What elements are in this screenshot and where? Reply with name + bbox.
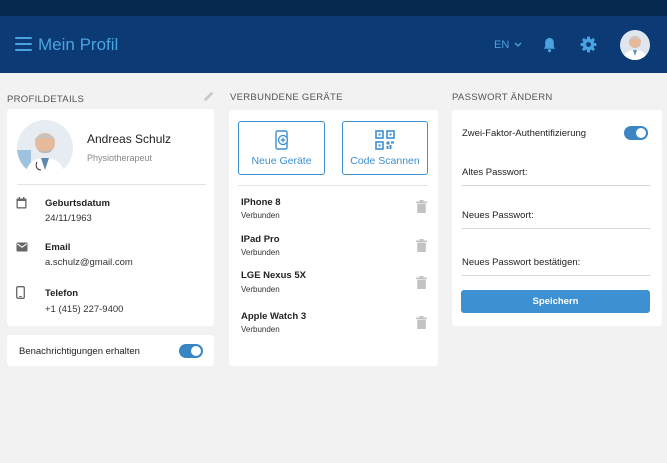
profile-role: Physiotherapeut bbox=[87, 153, 153, 163]
notifications-toggle[interactable] bbox=[179, 344, 203, 358]
old-password-label: Altes Passwort: bbox=[462, 167, 528, 178]
birthdate-label: Geburtsdatum bbox=[45, 198, 110, 209]
confirm-password-field[interactable] bbox=[462, 275, 650, 276]
chevron-down-icon bbox=[514, 42, 522, 47]
device-status: Verbunden bbox=[241, 285, 280, 294]
calendar-icon bbox=[16, 197, 27, 209]
device-name: IPhone 8 bbox=[241, 197, 281, 208]
password-section-title: PASSWORT ÄNDERN bbox=[452, 92, 553, 103]
trash-icon[interactable] bbox=[416, 200, 427, 213]
language-selector[interactable]: EN bbox=[494, 39, 522, 51]
device-name: LGE Nexus 5X bbox=[241, 270, 306, 281]
profile-name: Andreas Schulz bbox=[87, 132, 172, 146]
new-password-field[interactable] bbox=[462, 228, 650, 229]
device-name: Apple Watch 3 bbox=[241, 311, 307, 322]
two-factor-label: Zwei-Faktor-Authentifizierung bbox=[462, 128, 587, 139]
new-device-label: Neue Geräte bbox=[251, 155, 312, 167]
qr-code-icon bbox=[375, 130, 395, 150]
scan-code-label: Code Scannen bbox=[350, 155, 420, 167]
new-device-button[interactable]: Neue Geräte bbox=[238, 121, 325, 175]
add-device-icon bbox=[275, 130, 289, 150]
profile-avatar bbox=[17, 120, 73, 176]
page-title: Mein Profil bbox=[38, 35, 119, 54]
bell-icon[interactable] bbox=[542, 37, 557, 53]
device-status: Verbunden bbox=[241, 211, 280, 220]
email-label: Email bbox=[45, 242, 71, 253]
device-name: IPad Pro bbox=[241, 234, 280, 245]
birthdate-value: 24/11/1963 bbox=[45, 213, 92, 224]
phone-icon bbox=[16, 286, 25, 299]
avatar[interactable] bbox=[620, 30, 650, 60]
gear-icon[interactable] bbox=[580, 36, 597, 53]
new-password-label: Neues Passwort: bbox=[462, 210, 534, 221]
menu-icon[interactable] bbox=[15, 37, 32, 51]
two-factor-toggle[interactable] bbox=[624, 126, 648, 140]
profile-section-title: PROFILDETAILS bbox=[7, 94, 85, 105]
email-value: a.schulz@gmail.com bbox=[45, 257, 133, 268]
old-password-field[interactable] bbox=[462, 185, 650, 186]
confirm-password-label: Neues Passwort bestätigen: bbox=[462, 257, 581, 268]
phone-value: +1 (415) 227-9400 bbox=[45, 304, 124, 315]
edit-icon[interactable] bbox=[203, 90, 215, 102]
trash-icon[interactable] bbox=[416, 239, 427, 252]
device-status: Verbunden bbox=[241, 248, 280, 257]
save-button[interactable]: Speichern bbox=[461, 290, 650, 313]
phone-label: Telefon bbox=[45, 288, 79, 299]
trash-icon[interactable] bbox=[416, 316, 427, 329]
scan-code-button[interactable]: Code Scannen bbox=[342, 121, 428, 175]
divider bbox=[238, 185, 428, 186]
mail-icon bbox=[16, 242, 28, 252]
notifications-label: Benachrichtigungen erhalten bbox=[19, 346, 140, 357]
trash-icon[interactable] bbox=[416, 276, 427, 289]
devices-section-title: VERBUNDENE GERÄTE bbox=[230, 92, 343, 103]
status-bar bbox=[0, 0, 667, 16]
divider bbox=[17, 184, 206, 185]
device-status: Verbunden bbox=[241, 325, 280, 334]
language-label: EN bbox=[494, 39, 510, 51]
